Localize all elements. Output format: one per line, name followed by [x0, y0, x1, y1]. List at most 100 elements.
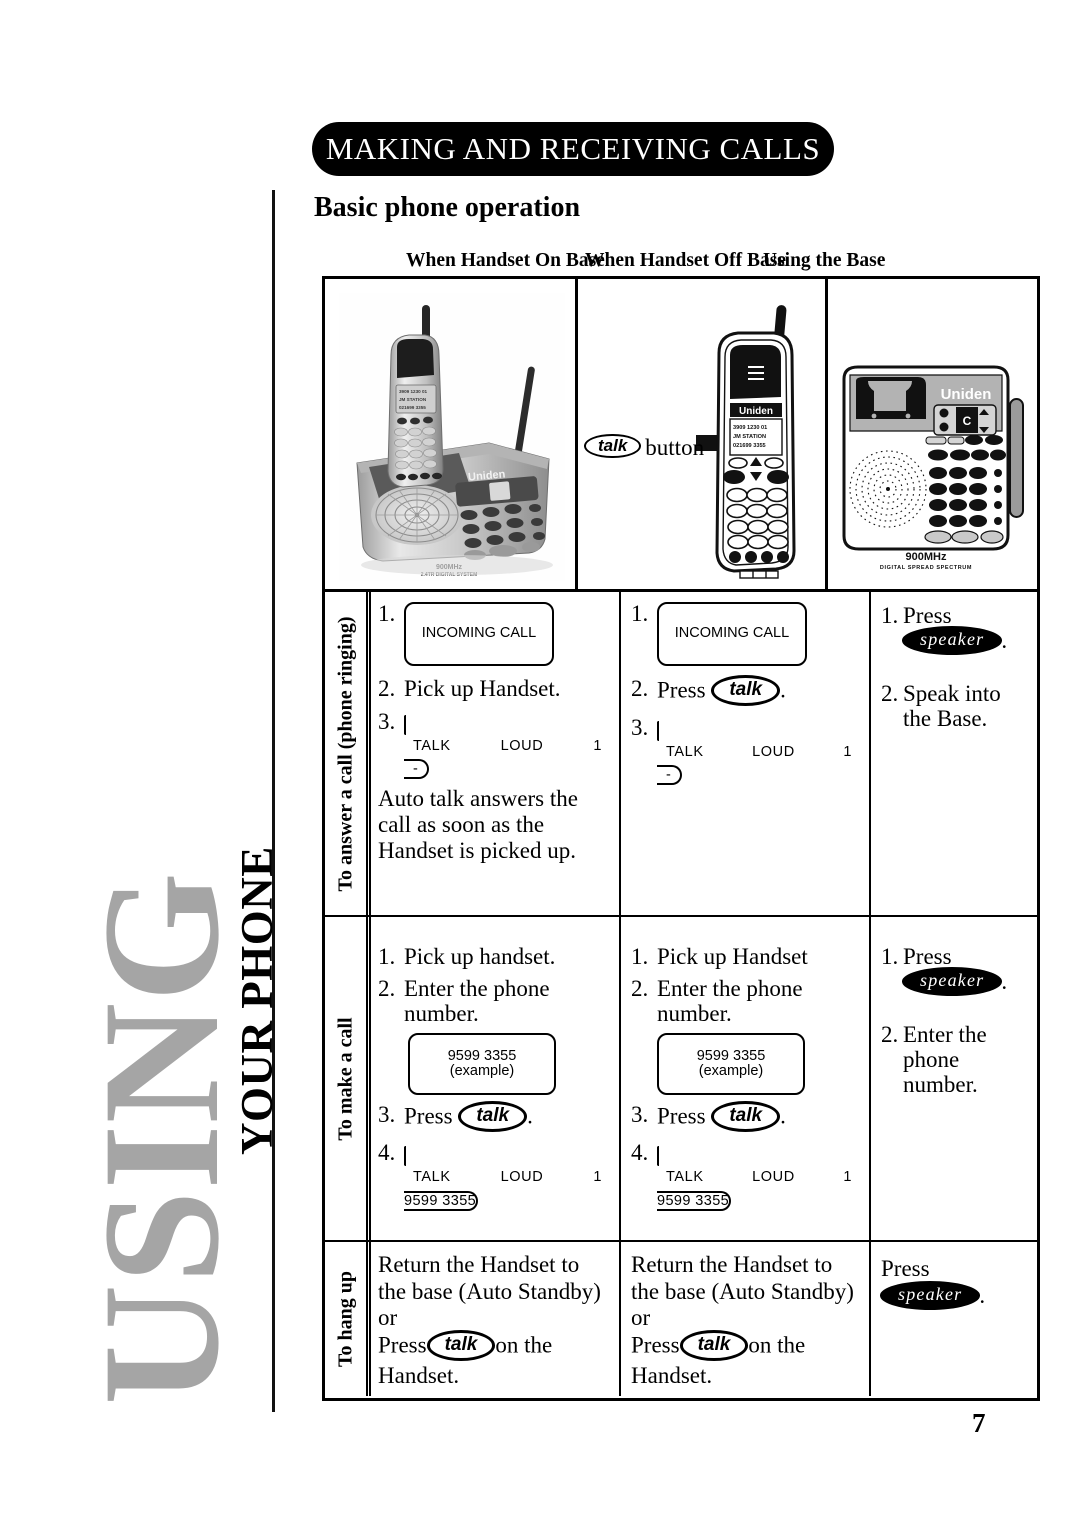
- step-number: 2.: [631, 975, 649, 1001]
- lcd-text-left: TALK: [666, 1169, 704, 1186]
- cell-answer-on-base: 1. INCOMING CALL 2. Pick up Handset. 3.: [368, 592, 621, 915]
- lcd-text-line2: (example): [449, 1063, 515, 1080]
- photo-handset-on-base-svg: Uniden 2.4TR DIGITAL SYSTEM 3909 1230 01…: [339, 293, 565, 581]
- step-number: 1.: [378, 601, 396, 626]
- step-item: 1. Press speaker.: [881, 944, 1029, 997]
- step-item: 1. Pick up Handset: [631, 944, 861, 970]
- svg-text:021699 3355: 021699 3355: [399, 405, 426, 410]
- step-item: 3. Press talk.: [378, 1101, 611, 1134]
- column-header-using-base: Using the Base: [763, 250, 886, 271]
- table-row-hang-up: To hang up Return the Handset to the bas…: [325, 1242, 1037, 1396]
- section-heading: Basic phone operation: [314, 192, 581, 223]
- column-header-off-base: When Handset Off Base: [585, 250, 786, 271]
- step-number: 2.: [378, 676, 396, 701]
- step-number: 1.: [881, 944, 899, 969]
- hangup-line2: or: [631, 1305, 651, 1331]
- lcd-text-mid: LOUD: [752, 1169, 795, 1186]
- lcd-text-line1: 9599 3355: [696, 1047, 766, 1064]
- lcd-text-mid: LOUD: [500, 1169, 544, 1186]
- press-label: Press: [631, 1332, 680, 1358]
- drawing-base-svg: Uniden C 900MHz DIGITAL SPREAD SPECTRUM: [834, 307, 1034, 577]
- step-text: Pick up handset.: [404, 944, 556, 969]
- step-number: 3.: [378, 708, 396, 734]
- step-number: 2.: [378, 975, 396, 1001]
- lcd-display: TALK LOUD 1 -: [404, 714, 611, 780]
- step-text: Speak into the Base.: [903, 680, 1001, 731]
- hangup-line1: Return the Handset to the base (Auto Sta…: [378, 1252, 601, 1304]
- step-item: 1. Press speaker.: [881, 603, 1029, 656]
- press-label: Press: [903, 603, 952, 628]
- step-number: 2.: [881, 1021, 899, 1047]
- sidebar-divider: [272, 190, 275, 1412]
- row-label-make-call: To make a call: [325, 917, 371, 1240]
- cell-make-using-base: 1. Press speaker. 2. Enter the phone num…: [871, 917, 1037, 1240]
- step-number: 2.: [631, 676, 649, 701]
- cell-make-on-base: 1. Pick up handset. 2. Enter the phone n…: [368, 917, 621, 1240]
- step-item: 4. TALK LOUD 1 9599 3355: [631, 1140, 861, 1211]
- cell-hangup-on-base: Return the Handset to the base (Auto Sta…: [368, 1242, 621, 1396]
- photo-handset-on-base: Uniden 2.4TR DIGITAL SYSTEM 3909 1230 01…: [339, 293, 565, 581]
- press-suffix: .: [780, 677, 786, 703]
- lcd-display: 9599 3355 (example): [408, 1033, 556, 1096]
- base-unit-brand: Uniden: [941, 386, 992, 403]
- left-sidebar: USING YOUR PHONE: [0, 0, 300, 1533]
- lcd-text: INCOMING CALL: [421, 625, 537, 642]
- lcd-text-left: TALK: [413, 1169, 451, 1186]
- speaker-button[interactable]: speaker: [881, 1281, 980, 1309]
- press-label: Press: [903, 944, 952, 969]
- handset-brand: Uniden: [739, 406, 773, 417]
- illustration-handset-on-base-cell: Uniden 2.4TR DIGITAL SYSTEM 3909 1230 01…: [325, 279, 578, 589]
- talk-button[interactable]: talk: [426, 1330, 496, 1361]
- lcd-display: INCOMING CALL: [404, 602, 554, 666]
- step-number: 4.: [631, 1140, 649, 1166]
- cell-make-off-base: 1. Pick up Handset 2. Enter the phone nu…: [621, 917, 871, 1240]
- press-label: Press: [378, 1332, 427, 1358]
- talk-button[interactable]: talk: [711, 675, 781, 706]
- step-text: Pick up Handset: [657, 944, 808, 969]
- press-suffix: .: [1001, 968, 1008, 994]
- step-number: 3.: [631, 714, 649, 740]
- step-item: 3. Press talk.: [631, 1101, 861, 1134]
- press-label: Press: [881, 1256, 930, 1281]
- press-label: Press: [657, 1104, 706, 1130]
- step-item: 1. INCOMING CALL: [631, 601, 861, 666]
- lcd-subtext: 9599 3355: [404, 1192, 477, 1209]
- talk-button-callout: talk button: [584, 433, 704, 461]
- lcd-row: TALK LOUD 1: [657, 741, 861, 761]
- sidebar-section-word: USING: [69, 871, 254, 1405]
- step-item: 1. INCOMING CALL: [378, 601, 611, 666]
- lcd-text-mid: LOUD: [500, 737, 544, 754]
- table-row-answer-call: To answer a call (phone ringing) 1. INCO…: [325, 592, 1037, 917]
- step-number: 1.: [631, 601, 649, 626]
- lcd-text-left: TALK: [413, 737, 451, 754]
- drawing-base-unit: Uniden C 900MHz DIGITAL SPREAD SPECTRUM: [834, 307, 1034, 577]
- step-text: Enter the phone number.: [903, 1021, 987, 1097]
- speaker-button[interactable]: speaker: [903, 627, 1002, 654]
- step-item: 2. Enter the phone number.: [881, 1021, 1029, 1097]
- step-text: Enter the phone number.: [657, 975, 803, 1026]
- step-number: 1.: [631, 944, 649, 969]
- row-label-hang-up: To hang up: [325, 1242, 371, 1396]
- lcd-row: TALK LOUD 1: [404, 1166, 611, 1186]
- talk-button[interactable]: talk: [711, 1101, 781, 1133]
- svg-text:021699 3355: 021699 3355: [733, 443, 766, 449]
- lcd-display: TALK LOUD 1 9599 3355: [404, 1146, 611, 1211]
- lcd-text-line1: 9599 3355: [447, 1047, 517, 1064]
- talk-button[interactable]: talk: [679, 1330, 749, 1361]
- talk-button[interactable]: talk: [458, 1101, 528, 1133]
- speaker-button[interactable]: speaker: [903, 968, 1002, 995]
- lcd-text-right: 1: [843, 743, 852, 760]
- step-number: 2.: [881, 680, 899, 706]
- base-unit-freq: 900MHz: [906, 551, 947, 563]
- hangup-line2: or: [378, 1305, 398, 1331]
- step-number: 1.: [378, 944, 396, 969]
- lcd-display: INCOMING CALL: [657, 602, 807, 666]
- table-row-illustrations: Uniden 2.4TR DIGITAL SYSTEM 3909 1230 01…: [325, 279, 1037, 592]
- lcd-display: TALK LOUD 1 9599 3355: [657, 1146, 861, 1211]
- step-item: 2. Pick up Handset.: [378, 676, 611, 702]
- lcd-text-right: 1: [593, 1169, 602, 1186]
- lcd-subtext: -: [413, 761, 419, 778]
- cell-answer-off-base: 1. INCOMING CALL 2. Press talk. 3. TALK …: [621, 592, 871, 915]
- illustration-using-base-cell: Uniden C 900MHz DIGITAL SPREAD SPECTRUM: [828, 279, 1037, 589]
- cell-hangup-off-base: Return the Handset to the base (Auto Sta…: [621, 1242, 871, 1396]
